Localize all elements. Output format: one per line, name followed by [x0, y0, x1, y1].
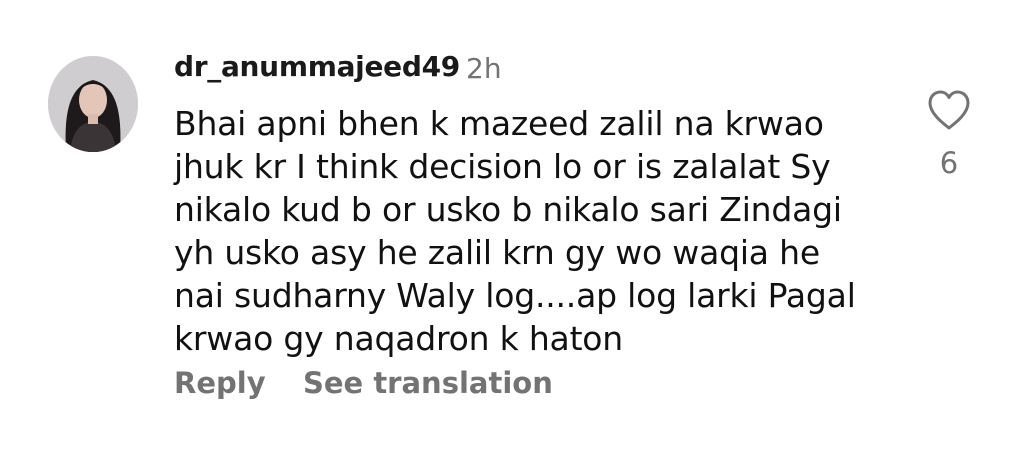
see-translation-button[interactable]: See translation — [303, 366, 553, 400]
comment-body: Bhai apni bhen k mazeed zalil na krwao j… — [174, 102, 894, 360]
like-count[interactable]: 6 — [930, 146, 968, 180]
avatar-photo — [48, 56, 138, 152]
comment-text-line: yh usko asy he zalil krn gy wo waqia he — [174, 233, 820, 272]
comment-text-line: Bhai apni bhen k mazeed zalil na krwao — [174, 104, 824, 143]
comment-username[interactable]: dr_anummajeed49 — [174, 50, 460, 83]
comment-timestamp: 2h — [466, 52, 502, 85]
reply-button[interactable]: Reply — [174, 366, 266, 400]
avatar[interactable] — [48, 56, 138, 152]
heart-outline-icon — [928, 90, 970, 130]
like-button[interactable] — [926, 88, 972, 132]
comment-text-line: krwao gy naqadron k haton — [174, 319, 624, 358]
comment-text-line: jhuk kr I think decision lo or is zalala… — [174, 147, 831, 186]
comment-text-line: nai sudharny Waly log....ap log larki Pa… — [174, 276, 856, 315]
comment-text-line: nikalo kud b or usko b nikalo sari Zinda… — [174, 190, 842, 229]
